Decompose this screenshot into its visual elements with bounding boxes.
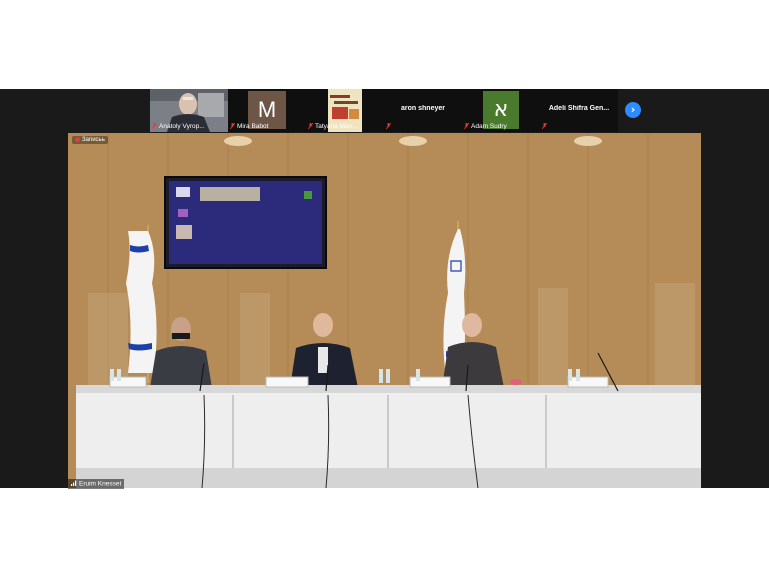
active-speaker-video: Записьь xyxy=(68,133,701,488)
participant-name: Anatoly Vyrop... xyxy=(152,123,226,131)
active-speaker-label: Eruim Knesset xyxy=(68,479,125,489)
participant-name: Adam Sudry xyxy=(464,123,538,131)
mic-muted-icon xyxy=(230,123,236,130)
mic-muted-icon xyxy=(152,123,158,130)
mic-muted-icon xyxy=(542,123,548,130)
record-dot-icon xyxy=(75,137,80,142)
participant-thumbnail-strip: Anatoly Vyrop... M Mira Babot Tatyana Ma… xyxy=(150,89,620,132)
participant-name xyxy=(542,123,616,131)
participant-name-text: Tatyana Man... xyxy=(315,123,358,130)
participant-tile[interactable]: Tatyana Man... xyxy=(306,89,384,132)
participant-name-text: Mira Babot xyxy=(237,123,269,130)
participant-name-text: Anatoly Vyrop... xyxy=(159,123,205,130)
participant-tile[interactable]: aron shneyer xyxy=(384,89,462,132)
mic-muted-icon xyxy=(308,123,314,130)
participant-name: Tatyana Man... xyxy=(308,123,382,131)
participant-center-name: Adeli Shifra Gen... xyxy=(548,105,610,112)
zoom-meeting-window: Anatoly Vyrop... M Mira Babot Tatyana Ma… xyxy=(0,89,769,489)
participant-tile[interactable]: M Mira Babot xyxy=(228,89,306,132)
participant-name xyxy=(386,123,460,131)
recording-label: Записьь xyxy=(82,137,105,144)
participant-center-name: aron shneyer xyxy=(401,105,445,112)
active-speaker-name: Eruim Knesset xyxy=(79,480,122,488)
signal-bars-icon xyxy=(71,480,77,488)
participant-tile[interactable]: Anatoly Vyrop... xyxy=(150,89,228,132)
chevron-right-icon[interactable]: › xyxy=(625,102,641,118)
mic-muted-icon xyxy=(464,123,470,130)
participant-tile[interactable]: Adeli Shifra Gen... xyxy=(540,89,618,132)
recording-indicator: Записьь xyxy=(72,136,108,145)
participant-tile[interactable]: א Adam Sudry xyxy=(462,89,540,132)
participant-name-text: Adam Sudry xyxy=(471,123,507,130)
participant-name: Mira Babot xyxy=(230,123,304,131)
conference-room-scene xyxy=(68,133,701,488)
mic-muted-icon xyxy=(386,123,392,130)
